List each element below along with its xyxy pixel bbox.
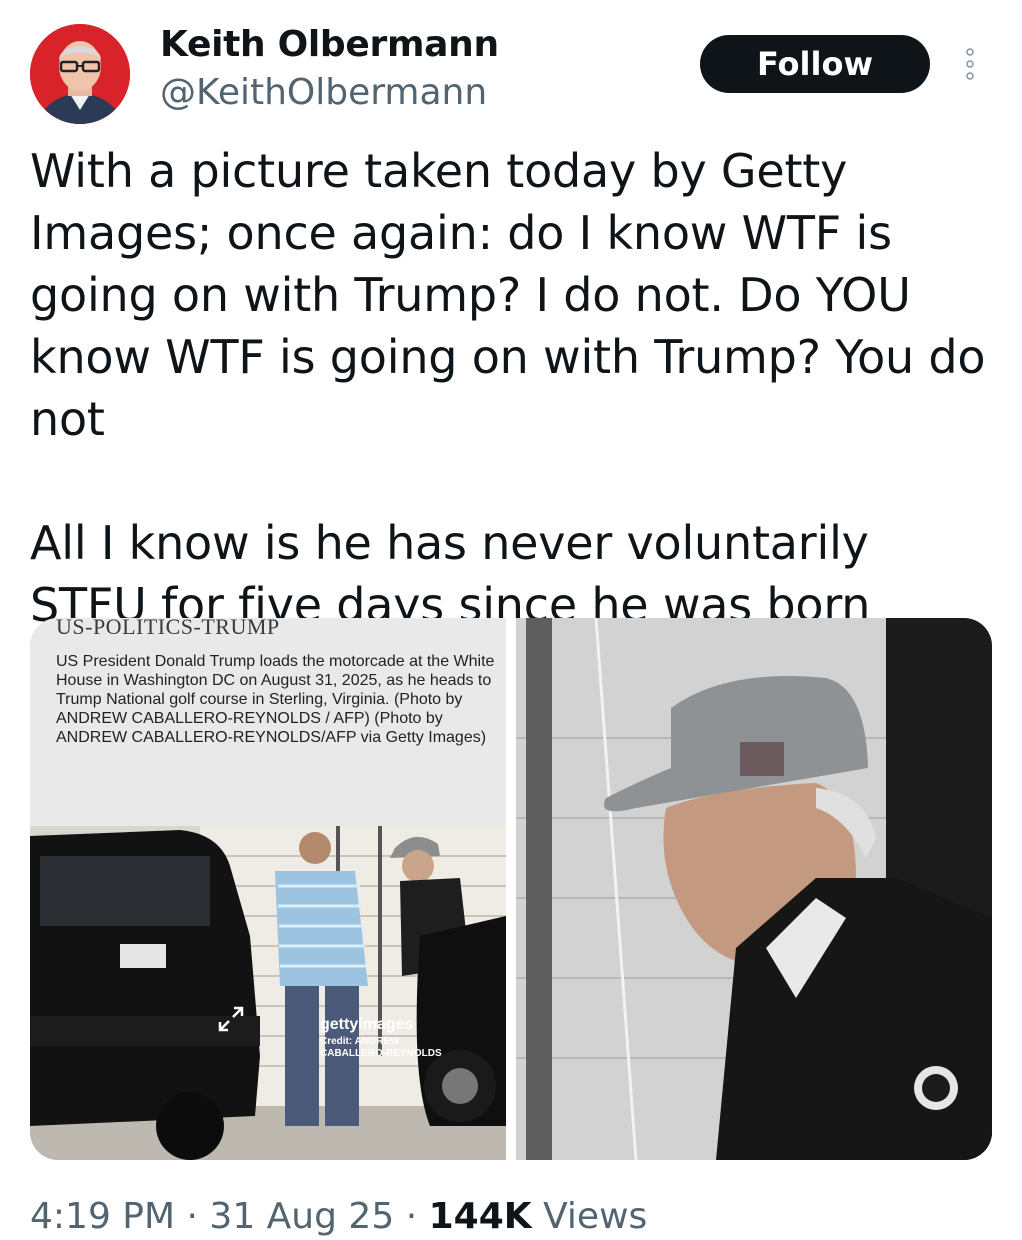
author-handle[interactable]: @KeithOlbermann	[160, 72, 487, 113]
avatar[interactable]	[30, 24, 130, 124]
profile-avatar	[30, 24, 130, 124]
follow-button[interactable]: Follow	[700, 35, 930, 93]
media-image-right[interactable]	[516, 618, 992, 1160]
tweet-meta: 4:19 PM · 31 Aug 25 · 144K Views	[30, 1196, 647, 1237]
more-options-icon[interactable]	[958, 44, 982, 84]
tweet-date[interactable]: 31 Aug 25	[209, 1196, 394, 1237]
getty-watermark: gettyimages	[320, 1016, 414, 1033]
meta-separator: ·	[186, 1196, 198, 1237]
meta-separator: ·	[405, 1196, 418, 1237]
media-image-left[interactable]: US-POLITICS-TRUMP US President Donald Tr…	[30, 618, 506, 1160]
views-count: 144K	[428, 1196, 532, 1237]
expand-icon[interactable]	[216, 1004, 246, 1034]
getty-credit: Credit: ANDREW CABALLERO-REYNOLDS	[320, 1036, 442, 1059]
tweet-time[interactable]: 4:19 PM	[30, 1196, 175, 1237]
getty-caption-panel: US-POLITICS-TRUMP US President Donald Tr…	[30, 618, 506, 826]
views-label: Views	[543, 1196, 648, 1237]
author-display-name[interactable]: Keith Olbermann	[160, 24, 499, 65]
tweet-text: With a picture taken today by Getty Imag…	[30, 144, 986, 632]
caption-title: US-POLITICS-TRUMP	[56, 618, 280, 639]
media-grid: US-POLITICS-TRUMP US President Donald Tr…	[30, 618, 992, 1160]
caption-body: US President Donald Trump loads the moto…	[56, 653, 495, 746]
closeup-photo	[516, 618, 992, 1160]
motorcade-photo	[30, 826, 506, 1160]
